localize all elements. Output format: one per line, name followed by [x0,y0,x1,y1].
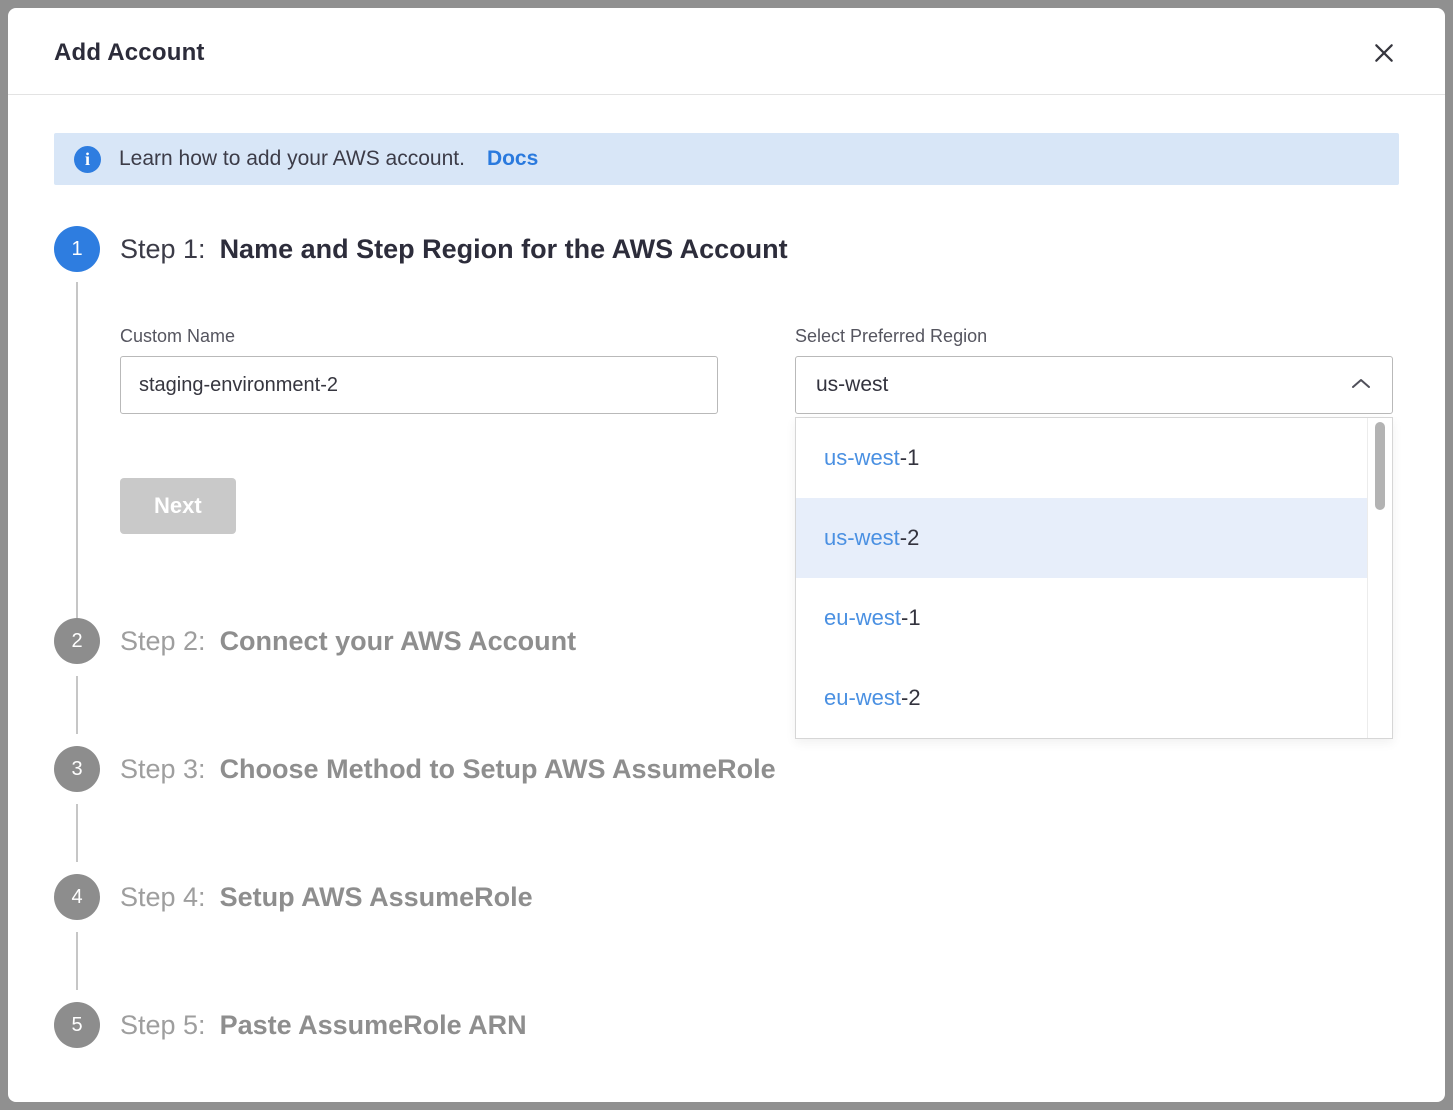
step-3-prefix: Step 3: [120,754,206,785]
step-5-title: Paste AssumeRole ARN [220,1010,527,1041]
next-button[interactable]: Next [120,478,236,534]
step-3-section: 3 Step 3: Choose Method to Setup AWS Ass… [54,746,1399,792]
step-1-heading[interactable]: Step 1: Name and Step Region for the AWS… [120,226,1399,272]
step-5-number-badge: 5 [54,1002,100,1048]
step-connector [76,676,78,734]
step-1-main: Step 1: Name and Step Region for the AWS… [100,226,1399,618]
step-1-body: Custom Name Select Preferred Region us-w… [120,272,1399,618]
info-banner: i Learn how to add your AWS account. Doc… [54,133,1399,185]
custom-name-label: Custom Name [120,326,718,347]
step-5-section: 5 Step 5: Paste AssumeRole ARN [54,1002,1399,1048]
dropdown-scrollbar[interactable] [1367,418,1392,738]
step-3-heading[interactable]: Step 3: Choose Method to Setup AWS Assum… [120,746,1399,792]
step-3-main: Step 3: Choose Method to Setup AWS Assum… [100,746,1399,792]
modal-body: i Learn how to add your AWS account. Doc… [8,95,1445,1102]
modal-title: Add Account [54,39,205,67]
step-1-section: 1 Step 1: Name and Step Region for the A… [54,226,1399,618]
step-2-prefix: Step 2: [120,626,206,657]
step-4-section: 4 Step 4: Setup AWS AssumeRole [54,874,1399,920]
step-5-heading[interactable]: Step 5: Paste AssumeRole ARN [120,1002,1399,1048]
step-3-number-badge: 3 [54,746,100,792]
step-connector [76,932,78,990]
region-select[interactable]: us-west [795,356,1393,414]
step-5-main: Step 5: Paste AssumeRole ARN [100,1002,1399,1048]
info-icon: i [74,146,101,173]
step-4-title: Setup AWS AssumeRole [220,882,533,913]
step-connector [76,804,78,862]
region-options-list: us-west-1 us-west-2 eu-west-1 [796,418,1367,738]
region-select-value: us-west [816,373,888,397]
step-3-rail: 3 [54,746,100,792]
region-option[interactable]: eu-west-1 [796,578,1367,658]
step-4-heading[interactable]: Step 4: Setup AWS AssumeRole [120,874,1399,920]
step-4-rail: 4 [54,874,100,920]
region-label: Select Preferred Region [795,326,1393,347]
close-button[interactable] [1369,38,1399,68]
step-2-number-badge: 2 [54,618,100,664]
step-1-rail: 1 [54,226,100,618]
step-1-prefix: Step 1: [120,234,206,265]
region-option[interactable]: us-west-1 [796,418,1367,498]
close-icon [1373,52,1395,67]
modal-header: Add Account [8,8,1445,95]
region-dropdown: us-west-1 us-west-2 eu-west-1 [795,417,1393,739]
step-1-form: Custom Name Select Preferred Region us-w… [120,326,1399,414]
add-account-modal: Add Account i Learn how to add your AWS … [8,8,1445,1102]
step-3-title: Choose Method to Setup AWS AssumeRole [220,754,776,785]
step-2-title: Connect your AWS Account [220,626,577,657]
region-option[interactable]: eu-west-2 [796,658,1367,738]
custom-name-input[interactable] [120,356,718,414]
step-connector [76,282,78,618]
step-4-main: Step 4: Setup AWS AssumeRole [100,874,1399,920]
docs-link[interactable]: Docs [487,147,538,171]
step-1-title: Name and Step Region for the AWS Account [220,234,788,265]
step-5-prefix: Step 5: [120,1010,206,1041]
banner-text: Learn how to add your AWS account. [119,147,465,171]
step-4-number-badge: 4 [54,874,100,920]
step-1-number-badge: 1 [54,226,100,272]
region-field-group: Select Preferred Region us-west [795,326,1393,414]
step-4-prefix: Step 4: [120,882,206,913]
chevron-up-icon [1350,376,1372,395]
custom-name-field-group: Custom Name [120,326,718,414]
step-2-rail: 2 [54,618,100,664]
region-option[interactable]: us-west-2 [796,498,1367,578]
scrollbar-thumb[interactable] [1375,422,1385,510]
step-5-rail: 5 [54,1002,100,1048]
